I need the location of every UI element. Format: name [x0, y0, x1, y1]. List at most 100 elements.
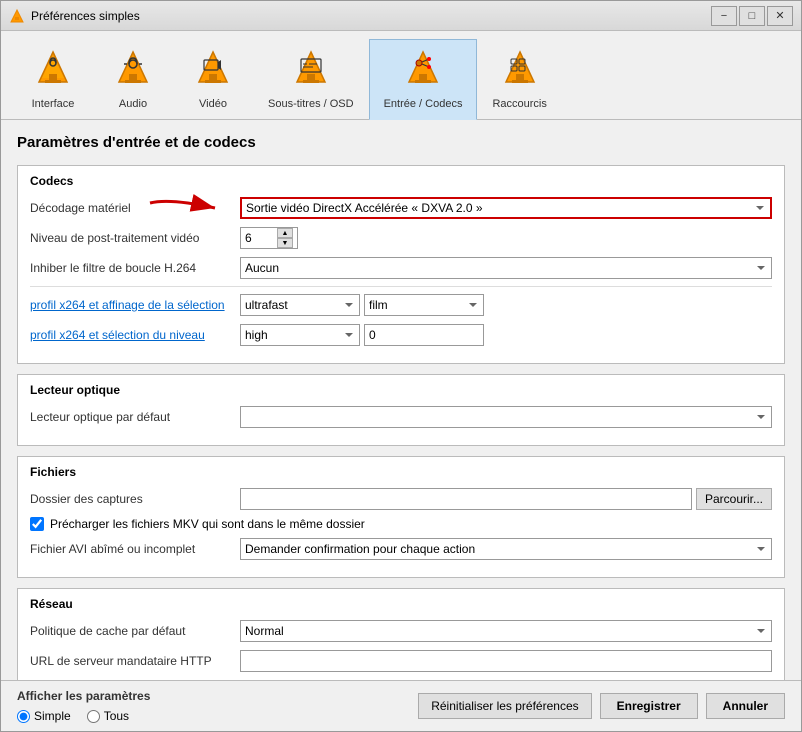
- save-button[interactable]: Enregistrer: [600, 693, 698, 719]
- loop-filter-row: Inhiber le filtre de boucle H.264 Aucun: [30, 256, 772, 280]
- proxy-label: URL de serveur mandataire HTTP: [30, 654, 240, 668]
- x264-profile-select[interactable]: ultrafast: [240, 294, 360, 316]
- optical-label: Lecteur optique par défaut: [30, 410, 240, 424]
- codecs-section: Codecs Décodage matériel S: [17, 165, 785, 364]
- red-arrow-indicator: [140, 193, 230, 223]
- postprocess-spin-up[interactable]: ▲: [277, 228, 293, 238]
- footer: Afficher les paramètres Simple Tous Réin…: [1, 680, 801, 731]
- x264-level-select[interactable]: high: [240, 324, 360, 346]
- audio-tab-icon: [109, 46, 157, 94]
- proxy-control: [240, 650, 772, 672]
- cache-select[interactable]: Normal: [240, 620, 772, 642]
- video-tab-icon: [189, 46, 237, 94]
- settings-label: Afficher les paramètres: [17, 689, 150, 703]
- browse-button[interactable]: Parcourir...: [696, 488, 772, 510]
- page-title: Paramètres d'entrée et de codecs: [17, 134, 785, 151]
- preload-mkv-row: Précharger les fichiers MKV qui sont dan…: [30, 517, 772, 531]
- loop-filter-label: Inhiber le filtre de boucle H.264: [30, 261, 240, 275]
- title-bar: Préférences simples − □ ✕: [1, 1, 801, 31]
- x264-level-label[interactable]: profil x264 et sélection du niveau: [30, 328, 240, 342]
- preload-mkv-label: Précharger les fichiers MKV qui sont dan…: [50, 517, 365, 531]
- capture-input[interactable]: [240, 488, 692, 510]
- loop-filter-control: Aucun: [240, 257, 772, 279]
- x264-level-row: profil x264 et sélection du niveau high: [30, 323, 772, 347]
- optical-section: Lecteur optique Lecteur optique par défa…: [17, 374, 785, 446]
- main-window: Préférences simples − □ ✕ Interf: [0, 0, 802, 732]
- interface-tab-icon: [29, 46, 77, 94]
- preload-mkv-checkbox[interactable]: [30, 517, 44, 531]
- x264-profile-label[interactable]: profil x264 et affinage de la sélection: [30, 298, 240, 312]
- postprocess-spinner: ▲ ▼: [240, 227, 298, 249]
- capture-label: Dossier des captures: [30, 492, 240, 506]
- avi-select[interactable]: Demander confirmation pour chaque action: [240, 538, 772, 560]
- x264-profile-row: profil x264 et affinage de la sélection …: [30, 293, 772, 317]
- simple-label: Simple: [34, 709, 71, 723]
- capture-row: Dossier des captures Parcourir...: [30, 487, 772, 511]
- main-content: Paramètres d'entrée et de codecs Codecs …: [1, 120, 801, 680]
- vlc-title-icon: [9, 8, 25, 24]
- postprocess-label: Niveau de post-traitement vidéo: [30, 231, 240, 245]
- x264-profile-control: ultrafast film: [240, 294, 772, 316]
- tab-audio[interactable]: Audio: [93, 39, 173, 119]
- postprocess-spin-buttons: ▲ ▼: [277, 228, 293, 248]
- network-section: Réseau Politique de cache par défaut Nor…: [17, 588, 785, 680]
- cancel-button[interactable]: Annuler: [706, 693, 785, 719]
- tab-audio-label: Audio: [119, 98, 147, 110]
- postprocess-input[interactable]: [241, 228, 277, 248]
- tab-bar: Interface Audio: [1, 31, 801, 120]
- footer-radios: Simple Tous: [17, 709, 150, 723]
- x264-tuning-select[interactable]: film: [364, 294, 484, 316]
- simple-radio-option[interactable]: Simple: [17, 709, 71, 723]
- proxy-row: URL de serveur mandataire HTTP: [30, 649, 772, 673]
- optical-control: [240, 406, 772, 428]
- window-title: Préférences simples: [31, 9, 140, 23]
- x264-level-control: high: [240, 324, 772, 346]
- avi-control: Demander confirmation pour chaque action: [240, 538, 772, 560]
- tab-input[interactable]: Entrée / Codecs: [369, 39, 478, 120]
- optical-select[interactable]: [240, 406, 772, 428]
- close-button[interactable]: ✕: [767, 6, 793, 26]
- proxy-input[interactable]: [240, 650, 772, 672]
- cache-row: Politique de cache par défaut Normal: [30, 619, 772, 643]
- capture-control: Parcourir...: [240, 488, 772, 510]
- tab-interface-label: Interface: [32, 98, 75, 110]
- input-tab-icon: [399, 46, 447, 94]
- postprocess-spin-down[interactable]: ▼: [277, 238, 293, 248]
- tab-video-label: Vidéo: [199, 98, 227, 110]
- tab-interface[interactable]: Interface: [13, 39, 93, 119]
- tab-video[interactable]: Vidéo: [173, 39, 253, 119]
- codecs-section-title: Codecs: [30, 174, 772, 188]
- files-section: Fichiers Dossier des captures Parcourir.…: [17, 456, 785, 578]
- shortcuts-tab-icon: [496, 46, 544, 94]
- network-section-title: Réseau: [30, 597, 772, 611]
- x264-level-input[interactable]: [364, 324, 484, 346]
- hardware-decode-control: Sortie vidéo DirectX Accélérée « DXVA 2.…: [240, 197, 772, 219]
- all-radio-option[interactable]: Tous: [87, 709, 129, 723]
- tab-shortcuts[interactable]: Raccourcis: [477, 39, 561, 119]
- cache-label: Politique de cache par défaut: [30, 624, 240, 638]
- minimize-button[interactable]: −: [711, 6, 737, 26]
- files-section-title: Fichiers: [30, 465, 772, 479]
- tab-shortcuts-label: Raccourcis: [492, 98, 546, 110]
- tab-subtitles-label: Sous-titres / OSD: [268, 98, 354, 110]
- postprocess-control: ▲ ▼: [240, 227, 772, 249]
- avi-row: Fichier AVI abîmé ou incomplet Demander …: [30, 537, 772, 561]
- simple-radio[interactable]: [17, 710, 30, 723]
- all-radio[interactable]: [87, 710, 100, 723]
- tab-subtitles[interactable]: Sous-titres / OSD: [253, 39, 369, 119]
- maximize-button[interactable]: □: [739, 6, 765, 26]
- optical-default-row: Lecteur optique par défaut: [30, 405, 772, 429]
- title-bar-buttons: − □ ✕: [711, 6, 793, 26]
- title-bar-left: Préférences simples: [9, 8, 140, 24]
- optical-section-title: Lecteur optique: [30, 383, 772, 397]
- hardware-decode-row: Décodage matériel Sortie vidéo DirectX A…: [30, 196, 772, 220]
- avi-label: Fichier AVI abîmé ou incomplet: [30, 542, 240, 556]
- cache-control: Normal: [240, 620, 772, 642]
- footer-right: Réinitialiser les préférences Enregistre…: [418, 693, 785, 719]
- all-label: Tous: [104, 709, 129, 723]
- subtitles-tab-icon: [287, 46, 335, 94]
- footer-left: Afficher les paramètres Simple Tous: [17, 689, 150, 723]
- loop-filter-select[interactable]: Aucun: [240, 257, 772, 279]
- reset-button[interactable]: Réinitialiser les préférences: [418, 693, 591, 719]
- hardware-decode-select[interactable]: Sortie vidéo DirectX Accélérée « DXVA 2.…: [240, 197, 772, 219]
